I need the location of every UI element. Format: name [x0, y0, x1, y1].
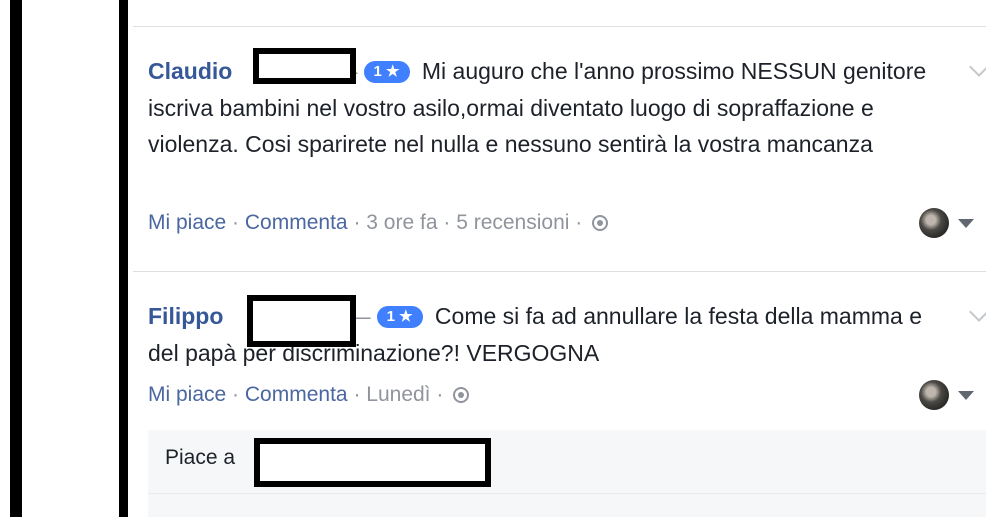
right-black-border	[119, 0, 128, 517]
left-black-border	[10, 0, 22, 517]
separator: ·	[232, 211, 240, 234]
review-1-rating-badge[interactable]: 1 ★	[363, 61, 410, 83]
review-1-reviews-count[interactable]: 5 recensioni	[456, 211, 569, 234]
globe-icon	[592, 215, 609, 231]
separator: ·	[232, 383, 240, 406]
review-divider	[133, 271, 986, 272]
review-1-comment-link[interactable]: Commenta	[245, 211, 348, 234]
separator: ·	[436, 383, 444, 406]
review-2-rating-badge[interactable]: 1 ★	[376, 306, 423, 328]
globe-icon	[453, 387, 470, 403]
review-2-timestamp[interactable]: Lunedì	[366, 383, 430, 406]
page-avatar[interactable]	[919, 208, 949, 238]
review-1-actions: Mi piace · Commenta · 3 ore fa · 5 recen…	[148, 211, 609, 235]
separator: ·	[353, 211, 361, 234]
review-2-actions: Mi piace · Commenta · Lunedì ·	[148, 383, 470, 407]
page-avatar[interactable]	[919, 380, 949, 410]
redaction-box	[254, 438, 491, 487]
top-divider	[133, 26, 986, 27]
review-1-author[interactable]: Claudio	[148, 58, 232, 84]
likes-label: Piace a	[165, 446, 236, 469]
separator: ·	[575, 211, 583, 234]
caret-down-icon[interactable]	[958, 219, 974, 228]
review-1-timestamp[interactable]: 3 ore fa	[366, 211, 437, 234]
redaction-box	[253, 48, 356, 84]
review-1-like-link[interactable]: Mi piace	[148, 211, 226, 234]
separator: ·	[443, 211, 451, 234]
likes-divider	[148, 493, 986, 494]
redaction-box	[247, 295, 356, 347]
separator: ·	[353, 383, 361, 406]
review-2-comment-link[interactable]: Commenta	[245, 383, 348, 406]
review-2-author[interactable]: Filippo	[148, 303, 223, 329]
review-2-like-link[interactable]: Mi piace	[148, 383, 226, 406]
caret-down-icon[interactable]	[958, 391, 974, 400]
